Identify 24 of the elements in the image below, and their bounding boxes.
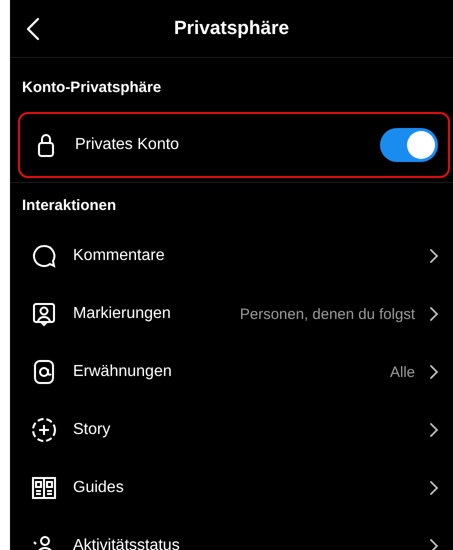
section-heading: Konto-Privatsphäre	[21, 78, 162, 98]
setting-label: Story	[73, 421, 112, 439]
chevron-icon[interactable]	[429, 306, 439, 322]
speech-bubble-icon	[30, 242, 58, 270]
page-title: Privatsphäre	[174, 18, 290, 40]
chevron-icon[interactable]	[429, 364, 439, 380]
toggle-switch[interactable]	[380, 128, 438, 162]
book-icon	[30, 474, 58, 502]
setting-value: Personen, denen du folgst	[240, 306, 415, 322]
setting-label: Erwähnungen	[73, 363, 173, 381]
chevron-icon[interactable]	[429, 422, 439, 438]
setting-value: Alle	[390, 364, 415, 380]
chevron-icon[interactable]	[429, 480, 439, 496]
setting-label: Kommentare	[73, 247, 166, 265]
person-frame-icon	[30, 300, 58, 328]
setting-label: Markierungen	[73, 305, 172, 323]
section-heading: Interaktionen	[21, 197, 118, 216]
setting-label: Privates Konto	[75, 136, 180, 154]
dashed-circle-plus-icon	[30, 416, 58, 444]
chevron-icon[interactable]	[429, 248, 439, 264]
setting-label: Guides	[73, 479, 125, 497]
chevron-icon[interactable]	[429, 538, 439, 550]
setting-label: Aktivitätsstatus	[73, 537, 181, 550]
back-button[interactable]	[26, 16, 40, 40]
